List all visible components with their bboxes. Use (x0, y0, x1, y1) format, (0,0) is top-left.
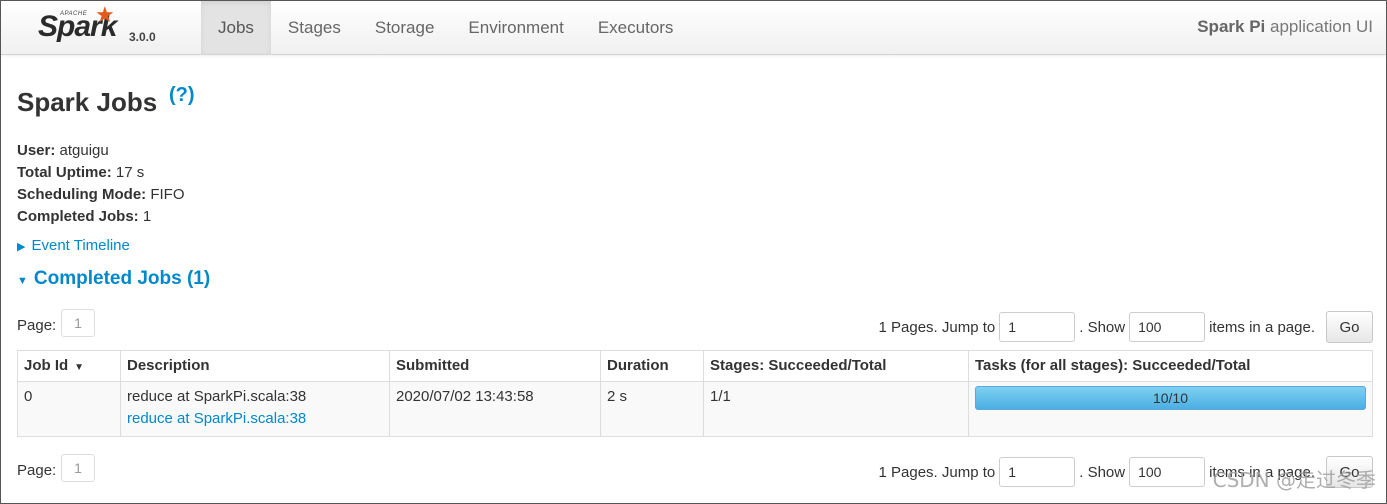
show-text: . Show (1079, 463, 1126, 481)
app-name-bold: Spark Pi (1197, 17, 1266, 36)
event-timeline-label: Event Timeline (31, 237, 130, 254)
csdn-watermark: CSDN @走过冬季 (1212, 468, 1376, 492)
spark-logo[interactable]: Spark APACHE ★ 3.0.0 (1, 1, 201, 54)
job-summary-list: User: atguigu Total Uptime: 17 s Schedul… (17, 140, 185, 228)
description-cell: reduce at SparkPi.scala:38 reduce at Spa… (120, 381, 390, 437)
table-row: 0 reduce at SparkPi.scala:38 reduce at S… (17, 381, 1373, 437)
items-text: items in a page. (1209, 318, 1315, 336)
app-name-rest: application UI (1265, 17, 1373, 36)
submitted-cell: 2020/07/02 13:43:58 (389, 381, 601, 437)
show-text: . Show (1079, 318, 1126, 336)
user-info: User: atguigu (17, 142, 109, 159)
page-size-input[interactable]: 100 (1129, 312, 1206, 342)
nav-tabs: Jobs Stages Storage Environment Executor… (201, 1, 690, 54)
tab-stages[interactable]: Stages (271, 1, 358, 54)
event-timeline-toggle[interactable]: ▶ Event Timeline (17, 237, 130, 254)
column-header-duration[interactable]: Duration (600, 350, 704, 382)
tasks-cell: 10/10 (968, 381, 1373, 437)
brand-apache-label: APACHE (60, 11, 88, 17)
page-size-input[interactable]: 100 (1129, 457, 1206, 487)
navbar: Spark APACHE ★ 3.0.0 Jobs Stages Storage… (1, 1, 1386, 55)
completed-jobs-heading: Completed Jobs (1) (33, 268, 211, 289)
paging-top: Page: 1 1 Pages. Jump to 1 . Show 100 it… (17, 309, 1373, 343)
column-header-submitted[interactable]: Submitted (389, 350, 601, 382)
completed-jobs-table: Job Id ▼ Description Submitted Duration S… (17, 350, 1373, 437)
uptime-info: Total Uptime: 17 s (17, 164, 145, 181)
page-title: Spark Jobs (17, 87, 158, 117)
pages-text: 1 Pages. Jump to (878, 318, 996, 336)
page-number-button[interactable]: 1 (61, 454, 95, 482)
app-name: Spark Pi application UI (1197, 17, 1373, 37)
pages-text: 1 Pages. Jump to (878, 463, 996, 481)
page-number-button[interactable]: 1 (61, 309, 95, 337)
column-header-tasks[interactable]: Tasks (for all stages): Succeeded/Total (968, 350, 1373, 382)
caret-right-icon: ▶ (17, 241, 26, 253)
description-text: reduce at SparkPi.scala:38 (127, 388, 307, 405)
job-id-cell: 0 (17, 381, 121, 437)
column-header-description[interactable]: Description (120, 350, 390, 382)
duration-cell: 2 s (600, 381, 704, 437)
tab-jobs[interactable]: Jobs (201, 1, 271, 54)
tab-storage[interactable]: Storage (358, 1, 452, 54)
jump-to-page-input[interactable]: 1 (999, 457, 1076, 487)
completed-jobs-info[interactable]: Completed Jobs: 1 (17, 206, 185, 228)
jump-to-page-input[interactable]: 1 (999, 312, 1076, 342)
stages-cell: 1/1 (703, 381, 969, 437)
spark-ui-frame: Spark APACHE ★ 3.0.0 Jobs Stages Storage… (0, 0, 1387, 504)
paging-bottom: Page: 1 1 Pages. Jump to 1 . Show 100 it… (17, 454, 1373, 488)
scheduling-mode-info: Scheduling Mode: FIFO (17, 186, 185, 203)
caret-down-icon: ▼ (17, 275, 28, 287)
sort-desc-icon: ▼ (74, 362, 85, 373)
tab-executors[interactable]: Executors (581, 1, 691, 54)
go-button[interactable]: Go (1326, 311, 1373, 343)
brand-version: 3.0.0 (129, 30, 156, 44)
tasks-progress-bar: 10/10 (975, 386, 1366, 410)
column-header-job-id[interactable]: Job Id ▼ (17, 350, 121, 382)
page-label: Page: (17, 317, 57, 334)
paging-controls: 1 Pages. Jump to 1 . Show 100 items in a… (875, 311, 1373, 343)
column-header-stages[interactable]: Stages: Succeeded/Total (703, 350, 969, 382)
help-link[interactable]: (?) (169, 84, 195, 107)
description-link[interactable]: reduce at SparkPi.scala:38 (127, 408, 383, 430)
page-label: Page: (17, 462, 57, 479)
spark-star-icon: ★ (95, 2, 115, 27)
table-header-row: Job Id ▼ Description Submitted Duration S… (17, 350, 1373, 382)
tab-environment[interactable]: Environment (451, 1, 580, 54)
completed-jobs-toggle[interactable]: ▼ Completed Jobs (1) (17, 268, 210, 290)
